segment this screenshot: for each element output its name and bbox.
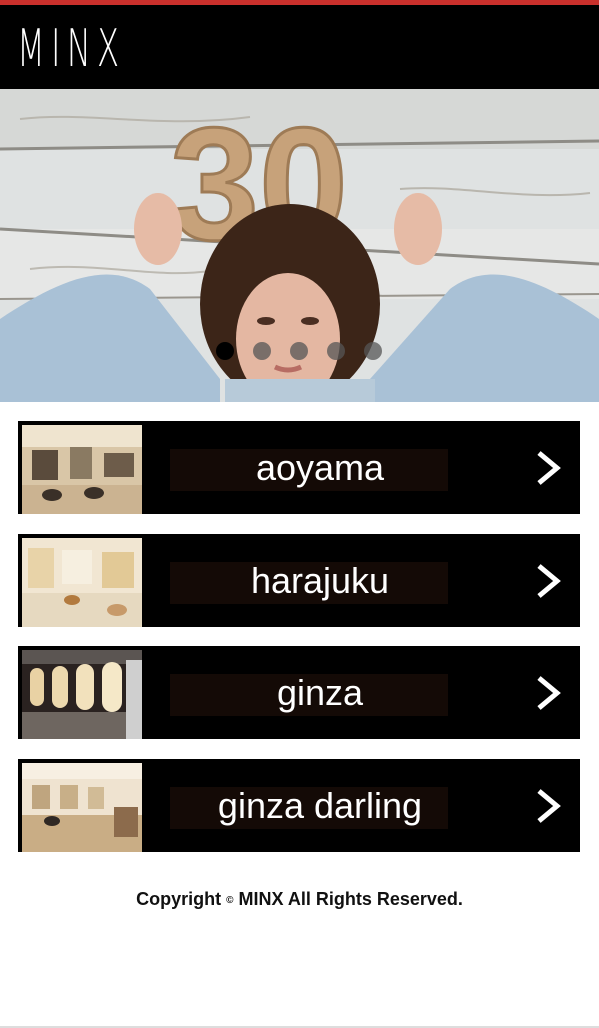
site-header: MINX <box>0 5 599 89</box>
chevron-right-icon <box>537 789 561 823</box>
store-name: ginza darling <box>217 785 423 826</box>
store-name: harajuku <box>250 560 390 601</box>
store-name: aoyama <box>255 447 385 488</box>
store-button-harajuku[interactable]: harajuku <box>18 534 580 627</box>
store-button-ginza[interactable]: ginza <box>18 646 580 739</box>
store-thumbnail <box>22 763 142 852</box>
store-thumbnail <box>22 538 142 627</box>
store-thumbnail <box>22 650 142 739</box>
chevron-right-icon <box>537 564 561 598</box>
store-button-ginza-darling[interactable]: ginza darling <box>18 759 580 852</box>
carousel-dot-5[interactable] <box>364 342 382 360</box>
carousel-indicators <box>0 342 599 362</box>
store-thumbnail <box>22 425 142 514</box>
store-name: ginza <box>276 672 364 713</box>
chevron-right-icon <box>537 451 561 485</box>
copyright-text: Copyright © MINX All Rights Reserved. <box>136 889 463 909</box>
carousel-dot-4[interactable] <box>327 342 345 360</box>
carousel-dot-2[interactable] <box>253 342 271 360</box>
copyright-symbol: © <box>226 894 234 906</box>
brand-logo[interactable]: MINX <box>17 19 125 79</box>
carousel-dot-3[interactable] <box>290 342 308 360</box>
chevron-right-icon <box>537 676 561 710</box>
store-button-aoyama[interactable]: aoyama <box>18 421 580 514</box>
carousel-dot-1[interactable] <box>216 342 234 360</box>
